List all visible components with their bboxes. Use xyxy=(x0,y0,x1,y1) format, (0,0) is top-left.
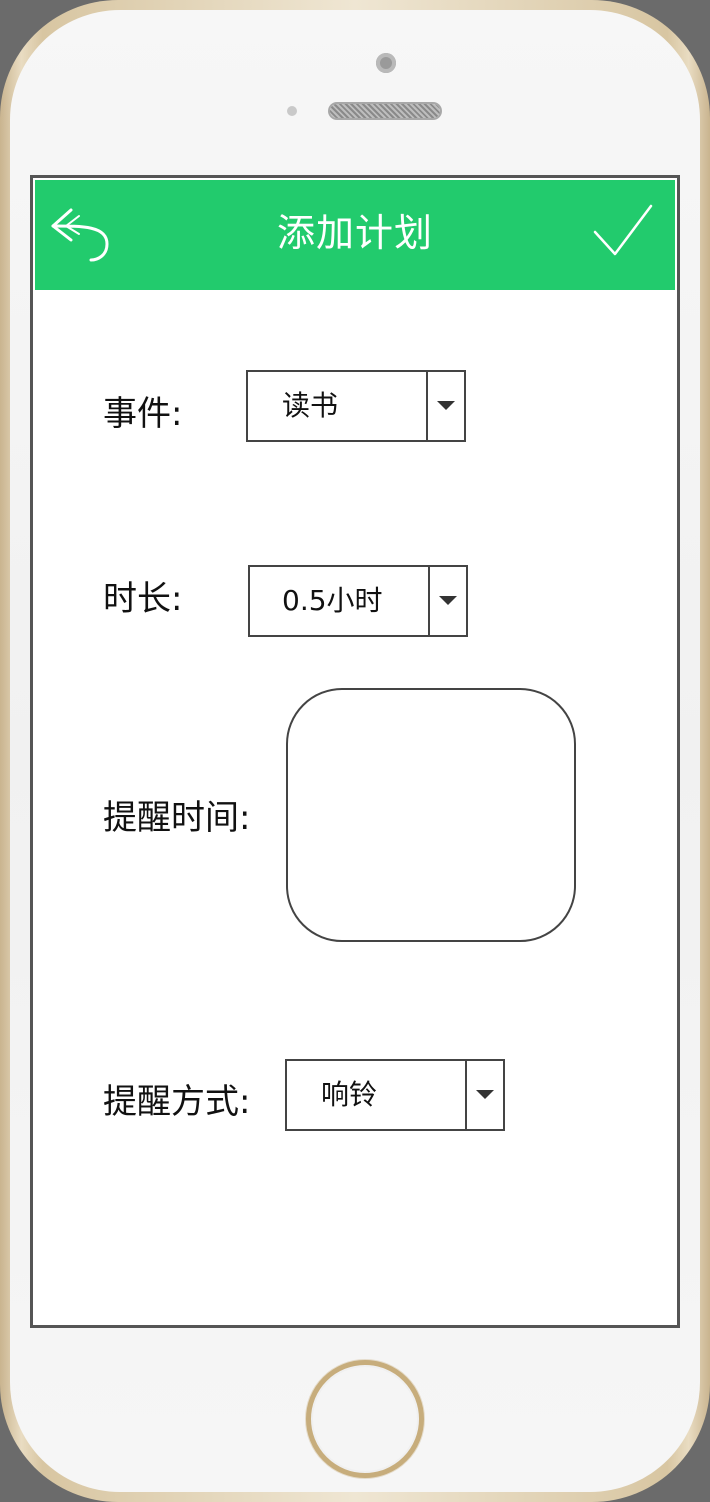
event-label: 事件: xyxy=(103,394,183,434)
proximity-sensor xyxy=(287,106,297,116)
page-title: 添加计划 xyxy=(276,211,433,255)
duration-value: 0.5小时 xyxy=(282,584,383,617)
header-bar: 添加计划 xyxy=(35,180,675,290)
app-screen: 添加计划 事件: 读书 时长: 0.5小时 提醒时间: 提醒方式: 响铃 xyxy=(30,175,680,1328)
checkmark-icon[interactable] xyxy=(591,202,655,262)
home-button[interactable] xyxy=(306,1360,424,1478)
duration-label: 时长: xyxy=(103,579,183,619)
event-value: 读书 xyxy=(282,389,339,422)
reminder-method-label: 提醒方式: xyxy=(103,1082,251,1122)
event-dropdown[interactable]: 读书 xyxy=(246,370,466,442)
reminder-time-picker[interactable] xyxy=(286,688,576,942)
reminder-method-dropdown-toggle[interactable] xyxy=(465,1061,503,1129)
caret-down-icon xyxy=(439,596,457,605)
duration-dropdown[interactable]: 0.5小时 xyxy=(248,565,468,637)
reminder-time-label: 提醒时间: xyxy=(103,798,251,838)
reminder-method-value: 响铃 xyxy=(321,1078,378,1111)
caret-down-icon xyxy=(437,401,455,410)
back-arrow-icon[interactable] xyxy=(49,200,113,264)
event-dropdown-toggle[interactable] xyxy=(426,372,464,440)
caret-down-icon xyxy=(476,1090,494,1099)
earpiece-speaker xyxy=(330,104,440,118)
duration-dropdown-toggle[interactable] xyxy=(428,567,466,635)
reminder-method-dropdown[interactable]: 响铃 xyxy=(285,1059,505,1131)
front-camera xyxy=(376,53,396,73)
